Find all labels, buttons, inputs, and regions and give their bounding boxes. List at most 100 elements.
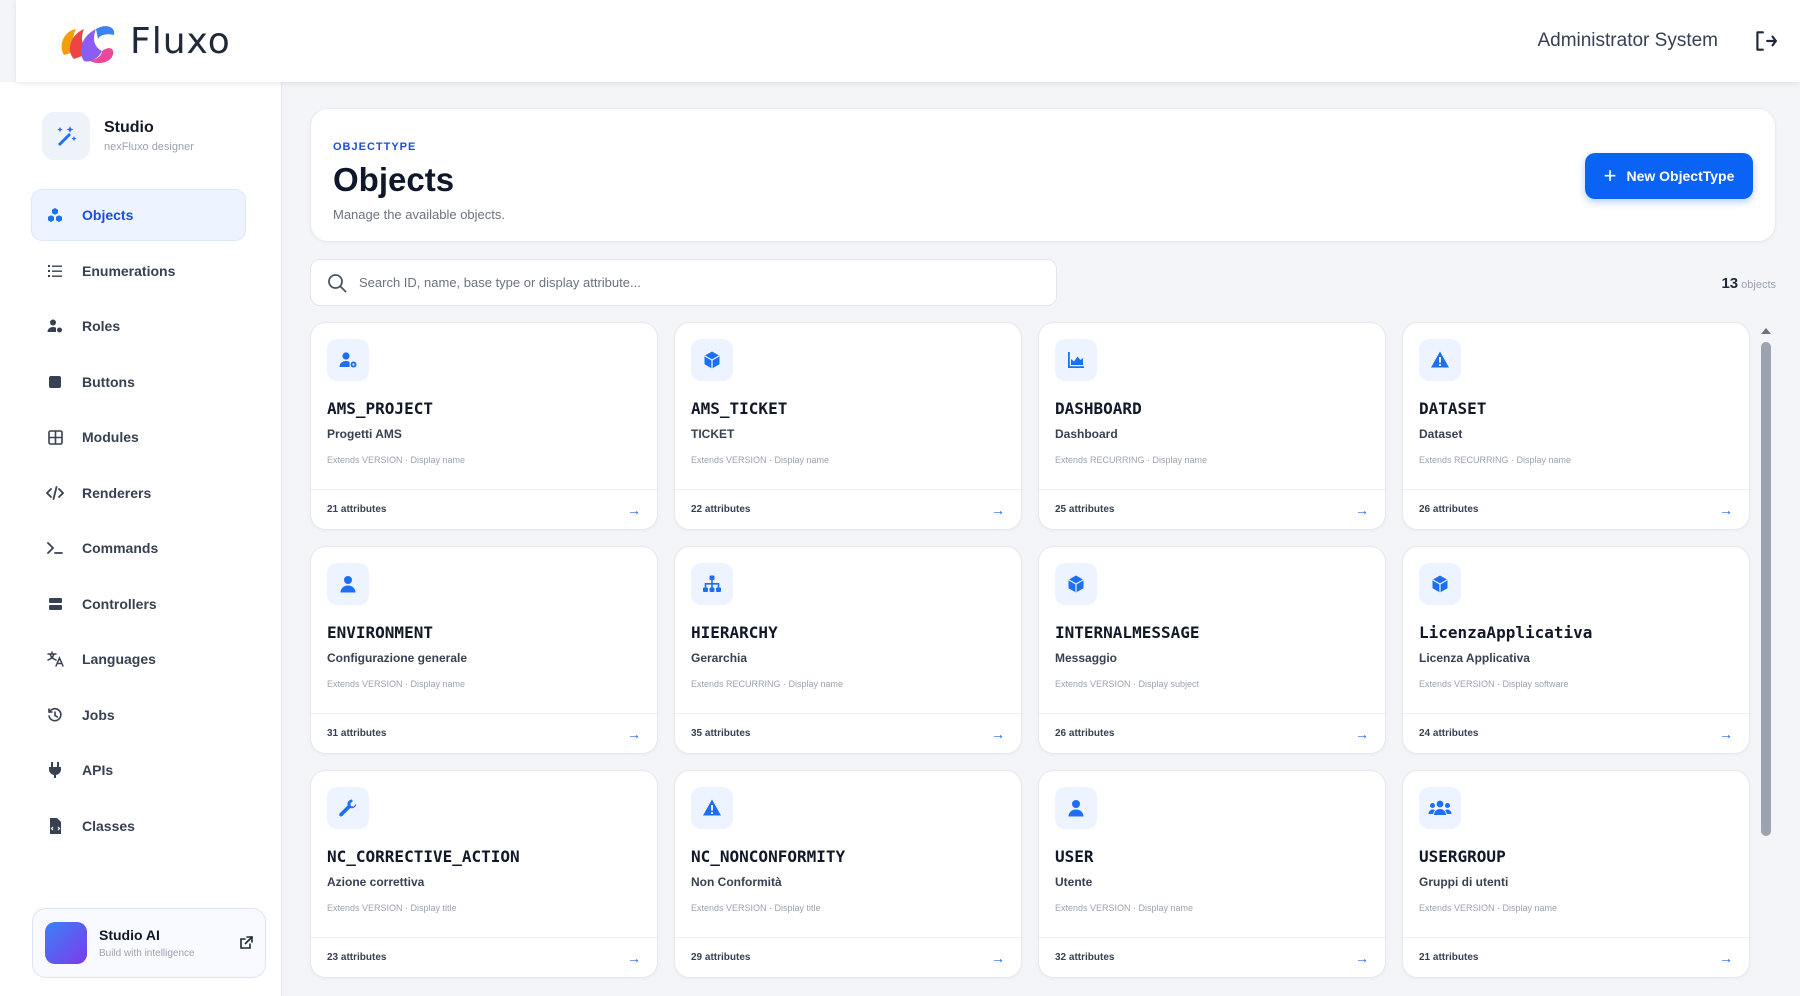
object-meta: Extends VERSION · Display title — [691, 903, 821, 913]
cube-icon — [1419, 563, 1461, 605]
sidebar-nav: Objects Enumerations Roles Buttons Modul… — [0, 190, 281, 851]
arrow-right-icon[interactable]: → — [991, 950, 1005, 966]
scroll-up-arrow-icon[interactable] — [1761, 328, 1771, 334]
studio-ai-title: Studio AI — [99, 927, 160, 943]
sidebar-item-label: Controllers — [82, 595, 157, 612]
object-id: LicenzaApplicativa — [1419, 623, 1593, 642]
object-id: USER — [1055, 847, 1094, 866]
sidebar-item-label: APIs — [82, 762, 114, 778]
object-id: HIERARCHY — [691, 623, 778, 642]
object-name: Gruppi di utenti — [1419, 875, 1509, 889]
sidebar-item-label: Jobs — [82, 706, 115, 723]
arrow-right-icon[interactable]: → — [1719, 726, 1733, 742]
studio-ai-card[interactable]: Studio AI Build with intelligence — [32, 908, 266, 978]
arrow-right-icon[interactable]: → — [1355, 950, 1369, 966]
arrow-right-icon[interactable]: → — [1355, 502, 1369, 518]
attribute-count: 25 attributes — [1055, 504, 1115, 515]
user-icon — [327, 563, 369, 605]
user-gear-icon — [327, 339, 369, 381]
object-count-value: 13 — [1721, 275, 1739, 292]
object-card-ams-project[interactable]: AMS_PROJECT Progetti AMS Extends VERSION… — [310, 322, 658, 530]
cube-cluster-icon — [46, 206, 64, 224]
object-card-user[interactable]: USER Utente Extends VERSION · Display na… — [1038, 770, 1386, 978]
sidebar-item-languages[interactable]: Languages — [32, 634, 245, 684]
arrow-right-icon[interactable]: → — [627, 726, 641, 742]
attribute-count: 21 attributes — [1419, 952, 1479, 963]
sidebar-item-objects[interactable]: Objects — [32, 190, 245, 240]
object-meta: Extends VERSION · Display name — [1055, 903, 1194, 913]
sidebar-item-renderers[interactable]: Renderers — [32, 468, 245, 518]
arrow-right-icon[interactable]: → — [991, 726, 1005, 742]
scrollbar-thumb[interactable] — [1761, 342, 1771, 836]
object-name: Non Conformità — [691, 875, 782, 889]
sidebar: Studio nexFluxo designer Objects Enumera… — [0, 82, 282, 996]
plug-icon — [46, 761, 64, 779]
object-card-internalmessage[interactable]: INTERNALMESSAGE Messaggio Extends VERSIO… — [1038, 546, 1386, 754]
object-card-environment[interactable]: ENVIRONMENT Configurazione generale Exte… — [310, 546, 658, 754]
search-box — [310, 259, 1057, 306]
sidebar-item-jobs[interactable]: Jobs — [32, 690, 245, 740]
external-link-icon[interactable] — [239, 936, 253, 950]
page-eyebrow: OBJECTTYPE — [333, 141, 417, 153]
attribute-count: 35 attributes — [691, 728, 751, 739]
logo-text: Fluxo — [130, 20, 231, 62]
card-footer: 23 attributes → — [311, 937, 657, 977]
object-meta: Extends VERSION · Display name — [327, 679, 466, 689]
arrow-right-icon[interactable]: → — [1719, 502, 1733, 518]
sidebar-item-roles[interactable]: Roles — [32, 301, 245, 351]
object-card-nc-corrective-action[interactable]: NC_CORRECTIVE_ACTION Azione correttiva E… — [310, 770, 658, 978]
studio-ai-badge-icon — [45, 922, 87, 964]
app-logo[interactable]: Fluxo — [50, 15, 231, 67]
area-chart-icon — [1055, 339, 1097, 381]
warning-icon — [1419, 339, 1461, 381]
object-meta: Extends VERSION · Display name — [691, 455, 830, 465]
arrow-right-icon[interactable]: → — [1355, 726, 1369, 742]
object-id: USERGROUP — [1419, 847, 1506, 866]
sidebar-item-commands[interactable]: Commands — [32, 523, 245, 573]
sidebar-item-label: Objects — [82, 207, 134, 223]
arrow-right-icon[interactable]: → — [627, 502, 641, 518]
card-footer: 32 attributes → — [1039, 937, 1385, 977]
fluxo-logo-icon — [61, 26, 115, 64]
object-id: DATASET — [1419, 399, 1487, 418]
new-objecttype-button[interactable]: + New ObjectType — [1585, 153, 1753, 199]
arrow-right-icon[interactable]: → — [627, 950, 641, 966]
object-card-licenzaapplicativa[interactable]: LicenzaApplicativa Licenza Applicativa E… — [1402, 546, 1750, 754]
card-footer: 35 attributes → — [675, 713, 1021, 753]
sidebar-item-classes[interactable]: Classes — [32, 801, 245, 851]
object-card-dataset[interactable]: DATASET Dataset Extends RECURRING · Disp… — [1402, 322, 1750, 530]
object-card-hierarchy[interactable]: HIERARCHY Gerarchia Extends RECURRING · … — [674, 546, 1022, 754]
logout-icon[interactable] — [1752, 28, 1778, 54]
object-name: Dashboard — [1055, 427, 1118, 441]
page-title: Objects — [333, 161, 455, 198]
code-icon — [46, 484, 64, 502]
attribute-count: 22 attributes — [691, 504, 751, 515]
new-objecttype-label: New ObjectType — [1626, 168, 1735, 184]
sidebar-item-controllers[interactable]: Controllers — [32, 579, 245, 629]
object-card-nc-nonconformity[interactable]: NC_NONCONFORMITY Non Conformità Extends … — [674, 770, 1022, 978]
arrow-right-icon[interactable]: → — [1719, 950, 1733, 966]
object-meta: Extends VERSION · Display name — [327, 455, 466, 465]
sidebar-item-buttons[interactable]: Buttons — [32, 357, 245, 407]
search-icon — [328, 273, 347, 292]
object-card-ams-ticket[interactable]: AMS_TICKET TICKET Extends VERSION · Disp… — [674, 322, 1022, 530]
page-header-card: OBJECTTYPE Objects Manage the available … — [310, 108, 1776, 242]
warning-icon — [691, 787, 733, 829]
object-name: Gerarchia — [691, 651, 748, 665]
object-card-dashboard[interactable]: DASHBOARD Dashboard Extends RECURRING · … — [1038, 322, 1386, 530]
sidebar-item-apis[interactable]: APIs — [32, 745, 245, 795]
card-footer: 25 attributes → — [1039, 489, 1385, 529]
object-count: 13 objects — [1721, 275, 1776, 292]
search-input[interactable] — [359, 275, 1009, 290]
sidebar-item-label: Roles — [82, 318, 121, 334]
studio-title: Studio — [104, 119, 154, 136]
sidebar-item-modules[interactable]: Modules — [32, 412, 245, 462]
sidebar-item-enumerations[interactable]: Enumerations — [32, 246, 245, 296]
user-name[interactable]: Administrator System — [1537, 30, 1718, 52]
sitemap-icon — [691, 563, 733, 605]
card-footer: 21 attributes → — [1403, 937, 1749, 977]
arrow-right-icon[interactable]: → — [991, 502, 1005, 518]
object-card-usergroup[interactable]: USERGROUP Gruppi di utenti Extends VERSI… — [1402, 770, 1750, 978]
object-name: Licenza Applicativa — [1419, 651, 1530, 665]
translate-icon — [46, 650, 64, 668]
